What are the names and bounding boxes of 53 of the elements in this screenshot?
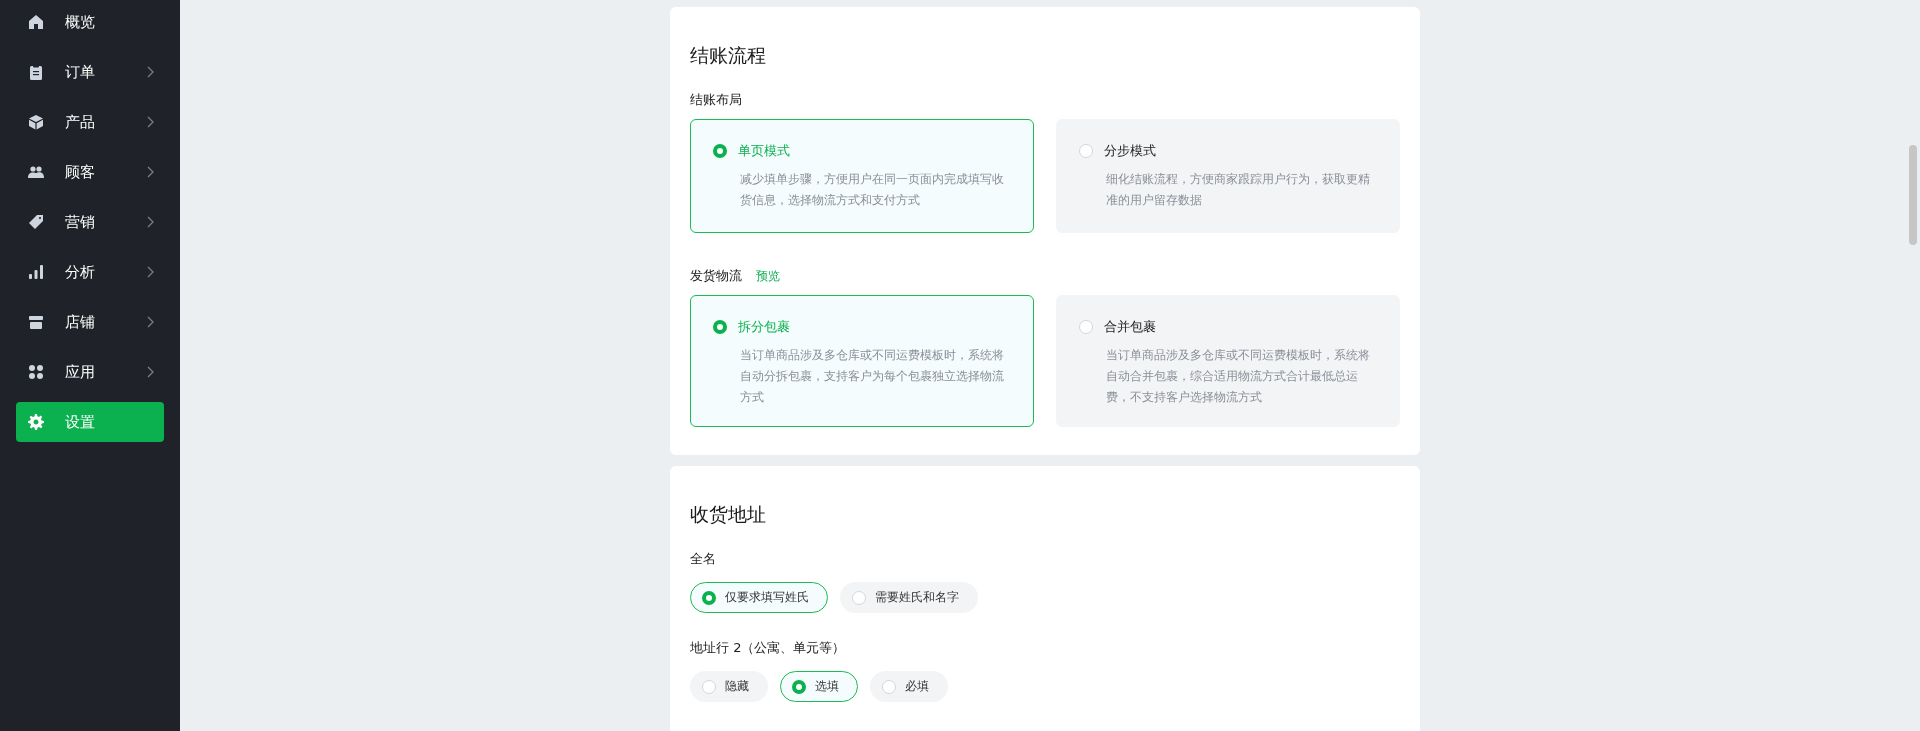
sidebar-item[interactable]: 订单: [16, 52, 164, 92]
gear-icon: [28, 414, 44, 430]
option-description: 细化结账流程，方便商家跟踪用户行为，获取更精准的用户留存数据: [1106, 171, 1371, 209]
radio-icon: [713, 320, 727, 334]
sidebar-item[interactable]: 顾客: [16, 152, 164, 192]
radio-pill[interactable]: 隐藏: [690, 671, 768, 702]
option-label: 仅要求填写姓氏: [725, 589, 809, 606]
bars-icon: [28, 264, 44, 280]
sidebar-item[interactable]: 店铺: [16, 302, 164, 342]
people-icon: [28, 164, 44, 180]
sidebar-item[interactable]: 产品: [16, 102, 164, 142]
radio-icon: [882, 679, 896, 694]
radio-pill[interactable]: 选填: [780, 671, 858, 702]
apps-icon: [28, 364, 44, 380]
sidebar-item[interactable]: 分析: [16, 252, 164, 292]
option-title: 分步模式: [1104, 142, 1156, 160]
sidebar-item[interactable]: 营销: [16, 202, 164, 242]
sidebar-item[interactable]: 概览: [16, 2, 164, 42]
radio-icon: [702, 590, 716, 605]
option-label: 隐藏: [725, 678, 749, 695]
store-icon: [28, 314, 44, 330]
group-label: 发货物流: [690, 267, 742, 285]
radio-icon: [1079, 320, 1093, 334]
sidebar-item[interactable]: 应用: [16, 352, 164, 392]
option-title: 拆分包裹: [738, 318, 790, 336]
section-title: 收货地址: [690, 502, 767, 527]
section-title: 结账流程: [690, 43, 767, 68]
option-description: 减少填单步骤，方便用户在同一页面内完成填写收货信息，选择物流方式和支付方式: [740, 171, 1005, 209]
scrollbar-thumb[interactable]: [1909, 145, 1917, 245]
field-label: 全名: [690, 550, 717, 568]
clipboard-icon: [28, 64, 44, 80]
radio-pill[interactable]: 仅要求填写姓氏: [690, 582, 828, 613]
field-label: 地址行 2（公寓、单元等）: [690, 639, 847, 657]
option-title: 单页模式: [738, 142, 790, 160]
option-description: 当订单商品涉及多仓库或不同运费模板时，系统将自动分拆包裹，支持客户为每个包裹独立选择物流方式: [740, 347, 1005, 406]
option-card[interactable]: 分步模式 细化结账流程，方便商家跟踪用户行为，获取更精准的用户留存数据: [1056, 119, 1400, 233]
group-label: 结账布局: [690, 91, 742, 109]
option-label: 需要姓氏和名字: [875, 589, 959, 606]
radio-icon: [1079, 144, 1093, 158]
option-label: 必填: [905, 678, 929, 695]
box-icon: [28, 114, 44, 130]
option-title: 合并包裹: [1104, 318, 1156, 336]
radio-icon: [702, 679, 716, 694]
radio-icon: [713, 144, 727, 158]
home-icon: [28, 14, 44, 30]
option-description: 当订单商品涉及多仓库或不同运费模板时，系统将自动合并包裹，综合适用物流方式合计最低总运费，不支持客户选择物流方式: [1106, 347, 1371, 406]
option-label: 选填: [815, 678, 839, 695]
radio-pill[interactable]: 需要姓氏和名字: [840, 582, 978, 613]
radio-icon: [792, 679, 806, 694]
radio-pill[interactable]: 必填: [870, 671, 948, 702]
tag-icon: [28, 214, 44, 230]
option-card[interactable]: 合并包裹 当订单商品涉及多仓库或不同运费模板时，系统将自动合并包裹，综合适用物流方式合计最低总运费，不支持客户选择物流方式: [1056, 295, 1400, 427]
radio-icon: [852, 590, 866, 605]
